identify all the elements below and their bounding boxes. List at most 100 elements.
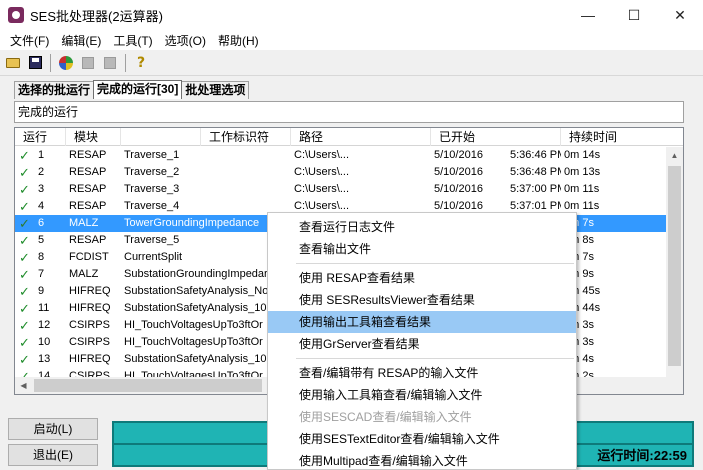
cell-module: RESAP — [69, 149, 107, 161]
menu-file[interactable]: 文件(F) — [4, 32, 55, 49]
cell-module: FCDIST — [69, 251, 109, 263]
check-icon: ✓ — [19, 165, 30, 180]
scroll-up-icon[interactable]: ▲ — [666, 147, 683, 164]
cell-run: 11 — [38, 302, 50, 314]
open-icon — [6, 57, 20, 68]
cell-name: HI_TouchVoltagesUpTo3ftOr — [124, 336, 263, 348]
header-duration[interactable]: 持续时间 — [561, 128, 683, 146]
context-menu-item[interactable]: 查看运行日志文件 — [268, 216, 576, 238]
header-run[interactable]: 运行 — [15, 128, 66, 146]
cell-module: MALZ — [69, 217, 99, 229]
elapsed-time-label: 运行时间:22:59 — [597, 448, 687, 463]
cell-module: RESAP — [69, 166, 107, 178]
help-icon: ? — [136, 54, 146, 71]
cell-name: Traverse_4 — [124, 200, 180, 212]
open-button[interactable] — [3, 53, 23, 73]
minimize-button[interactable]: — — [565, 0, 611, 30]
cell-date: 5/10/2016 — [434, 149, 483, 161]
cell-name: Traverse_5 — [124, 234, 180, 246]
cell-name: SubstationGroundingImpedar — [124, 268, 268, 280]
header-started[interactable]: 已开始 — [431, 128, 561, 146]
cell-path: C:\Users\... — [294, 183, 350, 195]
scroll-left-icon[interactable]: ◀ — [15, 377, 32, 394]
check-icon: ✓ — [19, 301, 30, 316]
cell-run: 7 — [38, 268, 45, 280]
cell-name: HI_TouchVoltagesUpTo3ftOr — [124, 319, 263, 331]
cell-run: 8 — [38, 251, 45, 263]
menu-help[interactable]: 帮助(H) — [212, 32, 265, 49]
context-menu-item[interactable]: 使用SESTextEditor查看/编辑输入文件 — [268, 428, 576, 450]
run-icon — [59, 55, 73, 70]
cell-run: 12 — [38, 319, 51, 331]
menu-options[interactable]: 选项(O) — [159, 32, 212, 49]
context-menu-item[interactable]: 使用Multipad查看/编辑输入文件 — [268, 450, 576, 470]
tab-selected-batch[interactable]: 选择的批运行 — [14, 81, 95, 99]
tab-batch-options[interactable]: 批处理选项 — [181, 81, 250, 99]
window-title: SES批处理器(2运算器) — [30, 8, 163, 24]
header-job-id[interactable]: 工作标识符 — [201, 128, 291, 146]
tab-completed-runs[interactable]: 完成的运行[30] — [93, 80, 183, 99]
context-menu-item[interactable]: 查看/编辑带有 RESAP的输入文件 — [268, 362, 576, 384]
help-button[interactable]: ? — [131, 53, 151, 73]
context-menu-item[interactable]: 使用 RESAP查看结果 — [268, 267, 576, 289]
cell-name: Traverse_3 — [124, 183, 180, 195]
stop-button[interactable] — [100, 53, 120, 73]
check-icon: ✓ — [19, 148, 30, 163]
cell-name: TowerGroundingImpedance — [124, 217, 260, 229]
toolbar-separator — [50, 53, 51, 72]
header-blank[interactable] — [121, 128, 201, 146]
context-menu: 查看运行日志文件 查看输出文件 使用 RESAP查看结果 使用 SESResultsV… — [267, 212, 577, 470]
toolbar-separator — [125, 53, 126, 72]
check-icon: ✓ — [19, 284, 30, 299]
menu-bar: 文件(F) 编辑(E) 工具(T) 选项(O) 帮助(H) — [0, 30, 703, 50]
table-row[interactable]: ✓ 1 RESAP Traverse_1 C:\Users\... 5/10/2016 5:… — [15, 147, 667, 164]
context-menu-item[interactable]: 查看输出文件 — [268, 238, 576, 260]
cell-time: 5:36:46 PM — [510, 149, 561, 161]
check-icon: ✓ — [19, 250, 30, 265]
context-menu-item[interactable]: 使用输出工具箱查看结果 — [268, 311, 576, 333]
cell-module: HIFREQ — [69, 302, 111, 314]
check-icon: ✓ — [19, 233, 30, 248]
cell-name: SubstationSafetyAnalysis_No — [124, 285, 269, 297]
cell-module: RESAP — [69, 200, 107, 212]
context-menu-item[interactable]: 使用 SESResultsViewer查看结果 — [268, 289, 576, 311]
tab-strip: 选择的批运行 完成的运行[30] 批处理选项 — [14, 80, 250, 99]
vertical-scroll-thumb[interactable] — [668, 166, 681, 366]
cell-name: CurrentSplit — [124, 251, 183, 263]
cell-run: 4 — [38, 200, 45, 212]
header-path[interactable]: 路径 — [291, 128, 431, 146]
save-icon — [28, 56, 42, 69]
menu-edit[interactable]: 编辑(E) — [55, 32, 107, 49]
menu-tools[interactable]: 工具(T) — [107, 32, 158, 49]
start-button[interactable]: 启动(L) — [8, 418, 98, 440]
context-menu-item: 使用SESCAD查看/编辑输入文件 — [299, 410, 472, 424]
horizontal-scroll-thumb[interactable] — [34, 379, 262, 392]
cell-name: SubstationSafetyAnalysis_10l — [124, 302, 269, 314]
cell-module: CSIRPS — [69, 319, 110, 331]
vertical-scrollbar[interactable]: ▲ — [666, 147, 683, 378]
cell-run: 5 — [38, 234, 45, 246]
completed-runs-label: 完成的运行 — [14, 101, 684, 123]
context-menu-item[interactable]: 使用输入工具箱查看/编辑输入文件 — [268, 384, 576, 406]
maximize-button[interactable]: ☐ — [611, 0, 657, 30]
copy-button[interactable] — [78, 53, 98, 73]
cell-run: 3 — [38, 183, 45, 195]
table-row[interactable]: ✓ 2 RESAP Traverse_2 C:\Users\... 5/10/2016 5:… — [15, 164, 667, 181]
menu-separator — [296, 358, 574, 359]
menu-separator — [296, 263, 574, 264]
check-icon: ✓ — [19, 216, 30, 231]
cell-run: 9 — [38, 285, 45, 297]
cell-run: 13 — [38, 353, 51, 365]
table-header: 运行 模块 工作标识符 路径 已开始 持续时间 — [15, 128, 683, 146]
run-button[interactable] — [56, 53, 76, 73]
cell-duration: 0m 14s — [564, 149, 601, 161]
cell-duration: 0m 13s — [564, 166, 601, 178]
header-module[interactable]: 模块 — [66, 128, 121, 146]
close-button[interactable]: ✕ — [657, 0, 703, 30]
save-button[interactable] — [25, 53, 45, 73]
context-menu-item[interactable]: 使用GrServer查看结果 — [268, 333, 576, 355]
cell-name: Traverse_2 — [124, 166, 180, 178]
exit-button[interactable]: 退出(E) — [8, 444, 98, 466]
table-row[interactable]: ✓ 3 RESAP Traverse_3 C:\Users\... 5/10/2016 5:… — [15, 181, 667, 198]
copy-icon — [82, 56, 94, 69]
